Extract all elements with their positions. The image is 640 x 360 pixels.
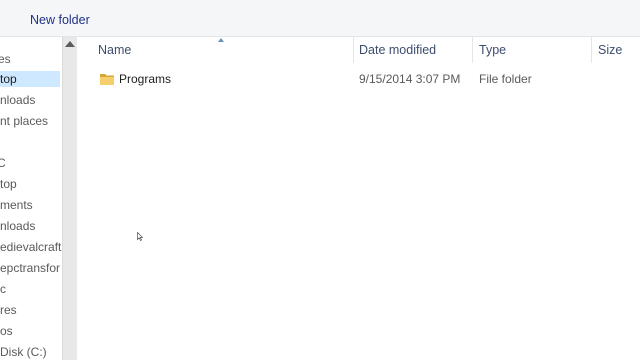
column-header-type[interactable]: Type: [479, 37, 506, 63]
table-row[interactable]: Programs 9/15/2014 3:07 PM File folder: [77, 67, 640, 91]
column-header-size[interactable]: Size: [598, 37, 622, 63]
nav-item-videos[interactable]: os: [0, 323, 13, 339]
nav-item-this-pc[interactable]: C: [0, 155, 6, 171]
nav-item-favorites[interactable]: es: [0, 51, 11, 67]
nav-item-medievalcraft[interactable]: edievalcraft: [0, 239, 61, 255]
nav-item-desktop[interactable]: top: [0, 71, 60, 87]
scroll-up-icon[interactable]: [65, 41, 75, 47]
column-header-date-modified[interactable]: Date modified: [359, 37, 436, 63]
mouse-cursor-icon: [137, 232, 143, 241]
file-type: File folder: [479, 72, 532, 86]
file-list: Name Date modified Type Size Programs 9/…: [77, 37, 640, 360]
navigation-pane: es top nloads nt places C top ments nloa…: [0, 37, 62, 360]
sort-ascending-icon: [218, 38, 224, 42]
column-divider[interactable]: [591, 37, 592, 63]
nav-item-pc-downloads[interactable]: nloads: [0, 218, 35, 234]
nav-item-local-disk[interactable]: Disk (C:): [0, 344, 47, 360]
nav-item-deepctransfor[interactable]: epctransfor: [0, 260, 60, 276]
column-divider[interactable]: [353, 37, 354, 63]
folder-icon: [100, 74, 114, 85]
nav-item-downloads[interactable]: nloads: [0, 92, 35, 108]
file-date-modified: 9/15/2014 3:07 PM: [359, 72, 461, 86]
column-header-name[interactable]: Name: [98, 37, 131, 63]
nav-item-documents[interactable]: ments: [0, 197, 33, 213]
nav-item-pictures[interactable]: res: [0, 302, 17, 318]
nav-item-music[interactable]: c: [0, 281, 6, 297]
column-divider[interactable]: [472, 37, 473, 63]
new-folder-button[interactable]: New folder: [30, 13, 90, 27]
nav-scrollbar[interactable]: [62, 37, 77, 360]
toolbar: New folder: [0, 0, 640, 37]
nav-item-label: top: [0, 72, 17, 86]
nav-item-recent-places[interactable]: nt places: [0, 113, 48, 129]
nav-item-pc-desktop[interactable]: top: [0, 176, 17, 192]
file-name: Programs: [119, 72, 172, 86]
